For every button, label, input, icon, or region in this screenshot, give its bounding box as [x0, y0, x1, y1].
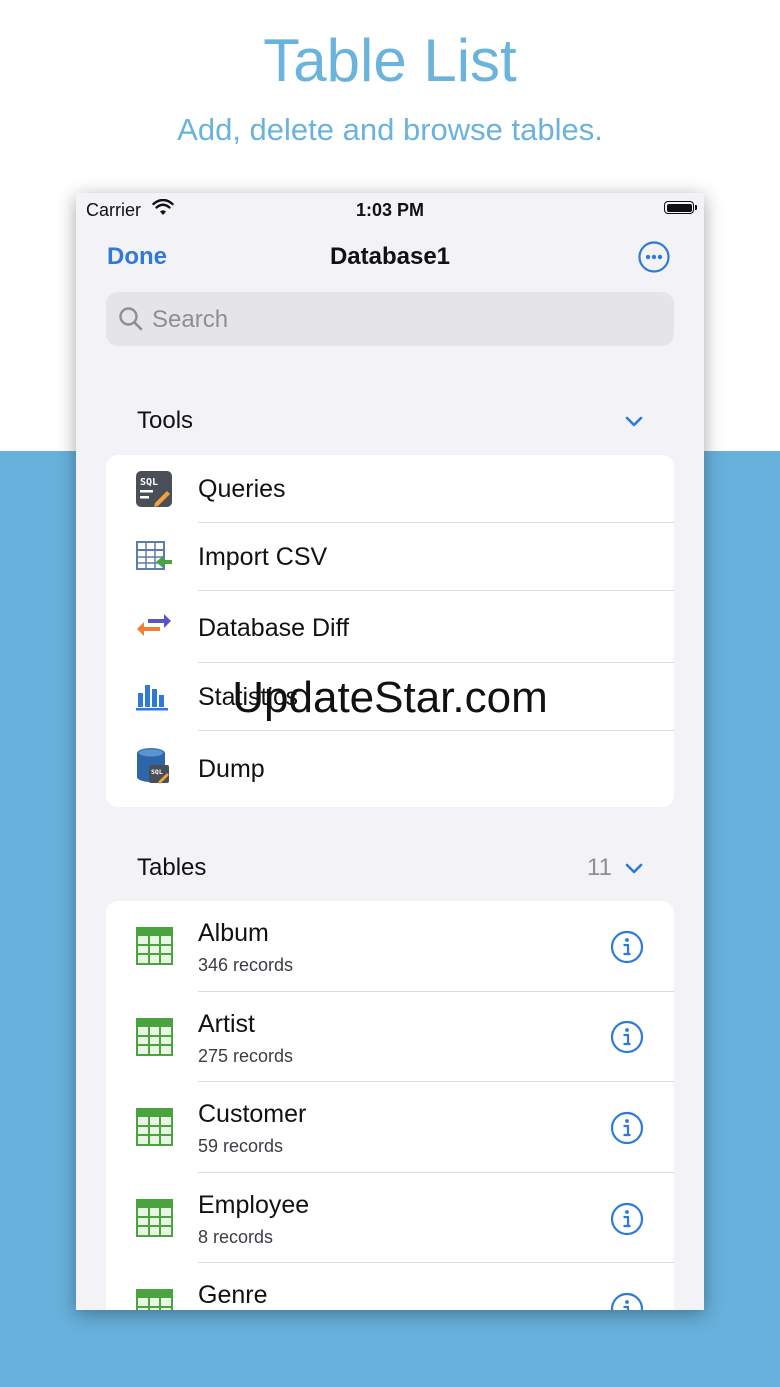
table-record-count: 59 records [198, 1136, 284, 1156]
database-diff-icon [136, 611, 172, 646]
table-record-count: 275 records [198, 1046, 294, 1066]
table-name: Album [198, 919, 269, 947]
battery-tip [695, 205, 697, 210]
tables-count: 11 [587, 854, 612, 881]
search-icon [118, 306, 144, 337]
sql-queries-icon: SQL [136, 471, 172, 512]
nav-title: Database1 [329, 243, 451, 270]
watermark-label: UpdateStar.com [232, 673, 548, 722]
tables-section-header: Tables [137, 854, 207, 881]
table-row[interactable]: Artist 275 records [106, 992, 674, 1082]
table-row[interactable]: Employee 8 records [106, 1173, 674, 1263]
info-icon[interactable] [610, 1202, 644, 1241]
tools-item-import-csv[interactable]: Import CSV [106, 523, 674, 591]
table-record-count: 346 records [198, 955, 294, 975]
info-icon[interactable] [610, 1292, 644, 1310]
tools-item-queries[interactable]: SQL Queries [106, 455, 674, 523]
tools-item-dump[interactable]: SQL Dump [106, 731, 674, 807]
phone-screen: Carrier 1:03 PM Database1 Done Search To… [76, 193, 704, 1310]
table-name: Employee [198, 1191, 310, 1219]
watermark-text: UpdateStar.com [0, 673, 780, 723]
table-row[interactable]: Album 346 records [106, 901, 674, 992]
done-button[interactable]: Done [107, 243, 167, 271]
tools-item-label: Database Diff [198, 614, 350, 642]
import-csv-icon [136, 541, 172, 578]
promo-title: Table List [263, 27, 517, 94]
status-time: 1:03 PM [355, 200, 425, 220]
table-icon [136, 1199, 174, 1244]
search-placeholder: Search [152, 306, 229, 333]
chevron-down-icon[interactable] [624, 412, 644, 437]
dump-icon: SQL [136, 747, 172, 790]
info-icon[interactable] [610, 930, 644, 969]
table-name: Customer [198, 1100, 307, 1128]
svg-text:SQL: SQL [151, 768, 163, 776]
table-icon [136, 1018, 174, 1063]
table-icon [136, 1289, 174, 1310]
more-options-icon[interactable] [638, 241, 670, 273]
promo-subtitle: Add, delete and browse tables. [177, 112, 603, 147]
tools-item-database-diff[interactable]: Database Diff [106, 591, 674, 663]
table-icon [136, 927, 174, 972]
battery-icon [664, 201, 694, 214]
tools-section-header: Tools [137, 407, 194, 434]
info-icon[interactable] [610, 1020, 644, 1059]
search-input[interactable]: Search [106, 292, 674, 346]
table-record-count: 8 records [198, 1227, 274, 1247]
svg-text:SQL: SQL [140, 477, 158, 488]
table-row[interactable]: Customer 59 records [106, 1082, 674, 1173]
status-bar: Carrier 1:03 PM [76, 193, 704, 225]
info-icon[interactable] [610, 1111, 644, 1150]
table-name: Artist [198, 1010, 255, 1038]
tools-list: SQL Queries Import CSV Database Diff Sta… [106, 455, 674, 807]
tools-item-label: Queries [198, 475, 286, 503]
tools-item-label: Dump [198, 755, 265, 783]
tools-item-label: Import CSV [198, 543, 328, 571]
table-name: Genre [198, 1281, 268, 1309]
tables-list: Album 346 records Artist 275 records Cus… [106, 901, 674, 1310]
table-row[interactable]: Genre [106, 1263, 674, 1310]
table-icon [136, 1108, 174, 1153]
chevron-down-icon[interactable] [624, 859, 644, 884]
